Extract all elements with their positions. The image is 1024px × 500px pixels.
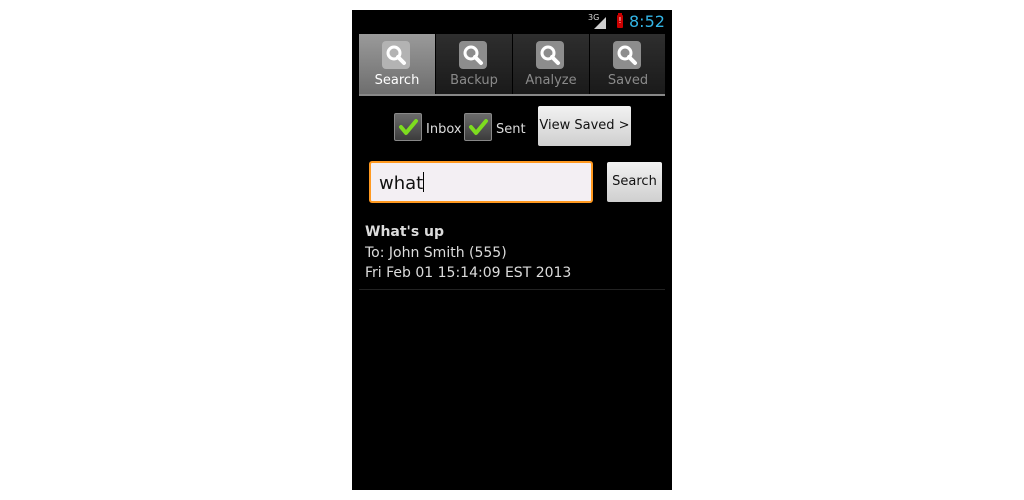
search-input[interactable]: what bbox=[369, 161, 593, 203]
text-cursor bbox=[423, 172, 425, 192]
clock: 8:52 bbox=[629, 12, 665, 31]
tab-saved[interactable]: Saved bbox=[590, 34, 666, 94]
phone-screen: 3G ! 8:52 Search Backup Analyze Saved In… bbox=[352, 10, 672, 490]
tab-backup[interactable]: Backup bbox=[436, 34, 513, 94]
view-saved-button[interactable]: View Saved > bbox=[538, 106, 631, 146]
search-icon bbox=[536, 41, 564, 69]
tab-label: Backup bbox=[450, 73, 498, 88]
result-title: What's up bbox=[365, 224, 445, 240]
tab-search[interactable]: Search bbox=[359, 34, 436, 94]
checkmark-icon bbox=[399, 119, 418, 135]
inbox-label: Inbox bbox=[426, 122, 462, 137]
search-button[interactable]: Search bbox=[607, 162, 662, 202]
search-icon bbox=[459, 41, 487, 69]
inbox-checkbox[interactable] bbox=[394, 113, 422, 141]
search-icon bbox=[382, 41, 410, 69]
tab-label: Analyze bbox=[525, 73, 577, 88]
sent-label: Sent bbox=[496, 122, 526, 137]
sent-checkbox[interactable] bbox=[464, 113, 492, 141]
signal-icon bbox=[594, 17, 606, 29]
search-input-value: what bbox=[379, 172, 425, 194]
tab-label: Search bbox=[374, 73, 420, 88]
tab-bar: Search Backup Analyze Saved bbox=[359, 34, 665, 96]
checkmark-icon bbox=[469, 119, 488, 135]
list-divider bbox=[359, 289, 665, 290]
battery-icon: ! bbox=[617, 13, 623, 28]
status-bar: 3G ! 8:52 bbox=[352, 10, 672, 34]
result-recipient: To: John Smith (555) bbox=[365, 245, 507, 261]
tab-label: Saved bbox=[607, 73, 649, 88]
tab-analyze[interactable]: Analyze bbox=[513, 34, 590, 94]
result-date: Fri Feb 01 15:14:09 EST 2013 bbox=[365, 265, 572, 281]
search-icon bbox=[613, 41, 641, 69]
